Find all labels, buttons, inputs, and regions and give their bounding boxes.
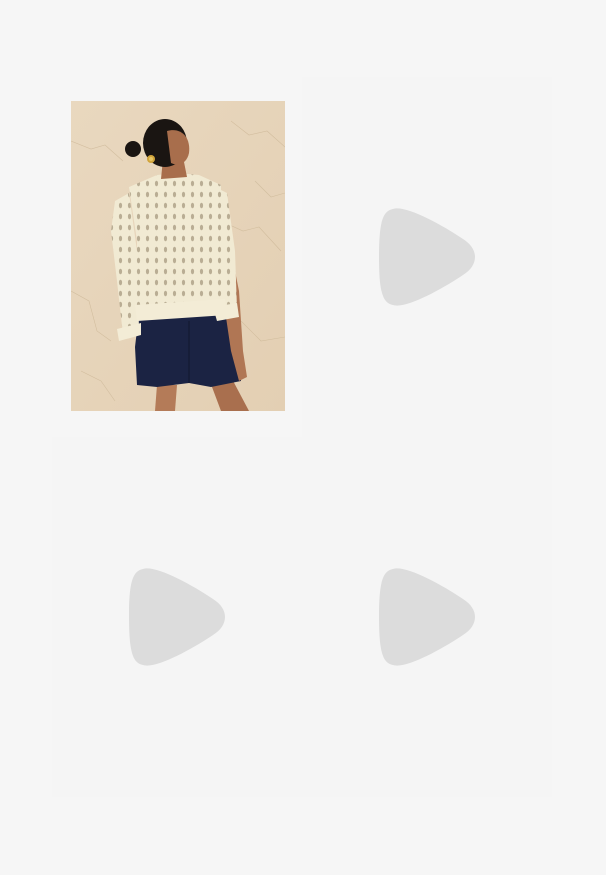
- product-photo[interactable]: [71, 101, 285, 411]
- product-image-grid: [52, 77, 552, 797]
- play-icon[interactable]: [379, 205, 479, 309]
- gallery-tile-video-3[interactable]: [302, 437, 552, 797]
- gallery-tile-video-2[interactable]: [52, 437, 302, 797]
- gallery-tile-photo[interactable]: [52, 77, 302, 437]
- gallery-tile-video-1[interactable]: [302, 77, 552, 437]
- play-icon[interactable]: [379, 565, 479, 669]
- play-icon[interactable]: [129, 565, 229, 669]
